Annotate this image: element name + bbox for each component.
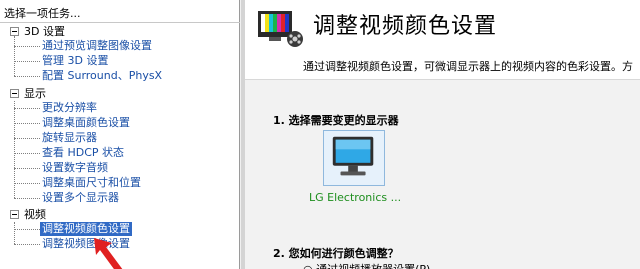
task-item[interactable]: 设置多个显示器	[42, 191, 119, 205]
task-item[interactable]: 配置 Surround、PhysX	[42, 69, 162, 83]
task-item[interactable]: 调整视频图像设置	[42, 237, 130, 251]
tree-line	[14, 198, 40, 199]
task-item[interactable]: 调整桌面颜色设置	[42, 116, 130, 130]
tree-line	[14, 222, 15, 244]
tree-line	[14, 46, 40, 47]
tree-line	[14, 36, 15, 76]
task-pane: 选择一项任务... 3D 设置 通过预览调整图像设置 管理 3D 设置 配置 S…	[0, 0, 240, 269]
task-item[interactable]: 查看 HDCP 状态	[42, 146, 124, 160]
tree-group-label: 3D 设置	[24, 25, 65, 38]
content-pane: 调整视频颜色设置 通过调整视频颜色设置，可微调显示器上的视频内容的色彩设置。方 …	[241, 0, 640, 269]
collapse-toggle-icon[interactable]	[10, 89, 19, 98]
task-pane-title: 选择一项任务...	[4, 7, 81, 20]
collapse-toggle-icon[interactable]	[10, 210, 19, 219]
tree-line	[14, 61, 40, 62]
task-item[interactable]: 管理 3D 设置	[42, 54, 108, 68]
description-band: 通过调整视频颜色设置，可微调显示器上的视频内容的色彩设置。方	[245, 50, 640, 80]
display-name-label[interactable]: LG Electronics ...	[309, 191, 401, 204]
tree-group-label: 显示	[24, 87, 46, 100]
tree-line	[14, 138, 40, 139]
tree-line	[14, 244, 40, 245]
page-title: 调整视频颜色设置	[313, 14, 498, 39]
task-item[interactable]: 通过预览调整图像设置	[42, 39, 152, 53]
task-item[interactable]: 更改分辨率	[42, 101, 97, 115]
task-item[interactable]: 调整桌面尺寸和位置	[42, 176, 141, 190]
radio-option-label[interactable]: ○ 通过视频播放器设置(P)	[303, 261, 430, 269]
tv-color-bars-icon	[258, 11, 303, 47]
tree-line	[14, 76, 40, 77]
display-selector-tile[interactable]	[323, 130, 385, 186]
tree-line	[14, 168, 40, 169]
section-heading-color-adjust: 2. 您如何进行颜色调整？	[273, 247, 399, 260]
tree-line	[14, 108, 40, 109]
task-item[interactable]: 旋转显示器	[42, 131, 97, 145]
tree-line	[14, 123, 40, 124]
section-heading-select-display: 1. 选择需要变更的显示器	[273, 114, 399, 127]
collapse-toggle-icon[interactable]	[10, 27, 19, 36]
tree-line	[14, 229, 40, 230]
monitor-icon	[332, 136, 374, 176]
divider	[0, 22, 240, 23]
page-description: 通过调整视频颜色设置，可微调显示器上的视频内容的色彩设置。方	[303, 60, 633, 73]
page-header: 调整视频颜色设置	[245, 0, 640, 50]
task-item[interactable]: 设置数字音频	[42, 161, 108, 175]
task-item-selected[interactable]: 调整视频颜色设置	[40, 222, 132, 236]
tree-line	[14, 183, 40, 184]
tree-group-label: 视频	[24, 208, 46, 221]
tree-line	[14, 153, 40, 154]
